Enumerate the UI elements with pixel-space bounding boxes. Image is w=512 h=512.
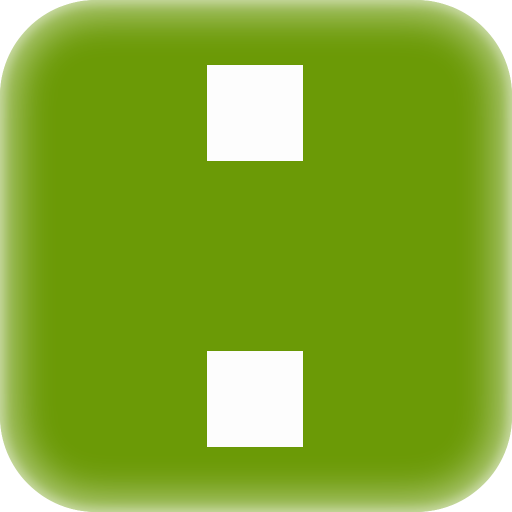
colon-top-square: [207, 65, 303, 161]
colon-bottom-square: [207, 351, 303, 447]
colon-icon[interactable]: [0, 0, 512, 512]
icon-canvas: [0, 0, 512, 512]
